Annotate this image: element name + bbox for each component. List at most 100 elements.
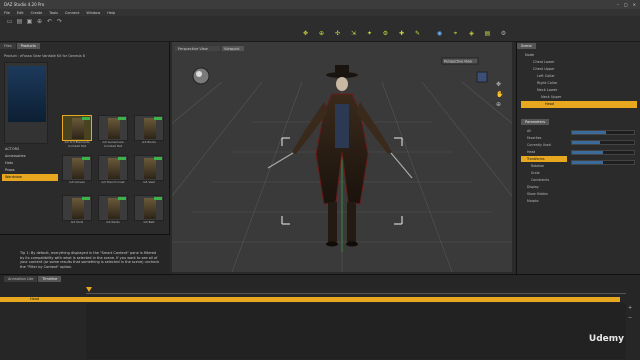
daz-studio-window: DAZ Studio 4.20 Pro – □ × File Edit Crea…: [0, 0, 640, 360]
menu-edit[interactable]: Edit: [17, 11, 24, 15]
param-currently-used[interactable]: Currently Used: [521, 142, 567, 148]
list-item[interactable]: G3 Belt: [134, 195, 164, 231]
zoom-icon[interactable]: ⊕: [496, 101, 501, 108]
param-constraints[interactable]: Constraints: [521, 177, 567, 183]
surface-selection-icon[interactable]: ◈: [468, 30, 475, 37]
list-item[interactable]: G3 Pants: [98, 195, 128, 231]
pose-tool-icon[interactable]: ✦: [366, 30, 373, 37]
params-tabs: Parameters: [521, 118, 550, 125]
content-grid: G3 3rd Elements Combat Hat G3 Gunsmoke C…: [62, 115, 168, 235]
view-sphere-highlight: [196, 71, 202, 77]
param-all[interactable]: All: [521, 128, 567, 134]
viewport-canvas: Perspective View Viewport Perspective Vi…: [172, 46, 512, 272]
smart-content-pane: Files Products Product : eFossa Gear Var…: [0, 42, 170, 310]
title-bar: DAZ Studio 4.20 Pro – □ ×: [0, 0, 640, 9]
scene-tabs: Scene: [517, 42, 640, 49]
timeline-track-head[interactable]: Head: [0, 297, 620, 302]
tree-item-chest-lower[interactable]: Chest Lower: [521, 59, 637, 66]
translate-tool-icon[interactable]: ✣: [334, 30, 341, 37]
scale-tool-icon[interactable]: ⇲: [350, 30, 357, 37]
maximize-icon[interactable]: □: [624, 2, 628, 7]
param-rotation[interactable]: Rotation: [521, 163, 567, 169]
category-props[interactable]: Props: [2, 167, 58, 174]
timeline-tabs: Animation Lite Timeline: [0, 275, 640, 282]
open-icon[interactable]: ▤: [16, 18, 23, 25]
tree-item-head[interactable]: Head: [521, 101, 637, 108]
tree-item-node[interactable]: Node: [521, 52, 637, 59]
universal-tool-icon[interactable]: ✥: [302, 30, 309, 37]
geometry-editor-icon[interactable]: ✎: [414, 30, 421, 37]
tree-item-left-collar[interactable]: Left Collar: [521, 73, 637, 80]
param-transforms[interactable]: Transforms: [521, 156, 567, 162]
list-item[interactable]: G3 Gloves: [62, 155, 92, 191]
list-item[interactable]: G3 3rd Elements Combat Hat: [62, 115, 92, 151]
param-display[interactable]: Display: [521, 184, 567, 190]
category-hats[interactable]: Hats: [2, 160, 58, 167]
region-nav-icon[interactable]: ⌖: [452, 30, 459, 37]
timeline-ruler[interactable]: [86, 289, 626, 294]
tab-timeline[interactable]: Timeline: [38, 276, 62, 282]
list-item[interactable]: G3 Vest: [134, 155, 164, 191]
category-accessories[interactable]: Accessories: [2, 153, 58, 160]
param-favorites[interactable]: Favorites: [521, 135, 567, 141]
minimize-icon[interactable]: –: [617, 2, 619, 7]
render-icon[interactable]: ▤: [484, 30, 491, 37]
viewport-tab-2[interactable]: Viewport: [224, 47, 240, 51]
param-head[interactable]: Head: [521, 149, 567, 155]
node-weight-icon[interactable]: ⚙: [382, 30, 389, 37]
scene-parameters-pane: Scene Node Chest Lower Chest Upper Left …: [516, 42, 640, 274]
render-settings-icon[interactable]: ⚙: [500, 30, 507, 37]
camera-label: Perspective View: [444, 60, 472, 64]
menu-window[interactable]: Window: [86, 11, 100, 15]
playhead-icon[interactable]: [86, 287, 92, 292]
keyframe-remove-icon[interactable]: −: [628, 315, 632, 321]
category-wardrobe[interactable]: Wardrobe: [2, 174, 58, 181]
tab-animation-lite[interactable]: Animation Lite: [4, 276, 38, 282]
character-figure[interactable]: [267, 65, 413, 247]
list-item[interactable]: G3 Shirt: [62, 195, 92, 231]
param-morphs[interactable]: Morphs: [521, 198, 567, 204]
close-icon[interactable]: ×: [633, 2, 636, 7]
list-item[interactable]: G3 Trench Coat: [98, 155, 128, 191]
redo-icon[interactable]: ↷: [56, 18, 63, 25]
tree-item-right-collar[interactable]: Right Collar: [521, 80, 637, 87]
slider-side-side[interactable]: [571, 150, 635, 155]
tree-item-neck-upper[interactable]: Neck Upper: [521, 94, 637, 101]
tree-item-neck-lower[interactable]: Neck Lower: [521, 87, 637, 94]
keyframe-add-icon[interactable]: +: [628, 305, 632, 311]
rotate-tool-icon[interactable]: ⊕: [318, 30, 325, 37]
save-icon[interactable]: ▣: [26, 18, 33, 25]
tip-text: Tip 1: By default, everything displayed …: [20, 251, 160, 269]
viewport[interactable]: Perspective View Viewport Perspective Vi…: [172, 42, 512, 272]
menu-file[interactable]: File: [4, 11, 10, 15]
tab-files[interactable]: Files: [0, 43, 16, 49]
viewport-tab[interactable]: Perspective View: [178, 47, 208, 51]
tab-scene[interactable]: Scene: [517, 43, 536, 49]
view-cube-icon[interactable]: [476, 71, 488, 83]
param-scale[interactable]: Scale: [521, 170, 567, 176]
joint-editor-icon[interactable]: ✚: [398, 30, 405, 37]
tab-products[interactable]: Products: [16, 43, 40, 49]
slider-fill: [572, 131, 607, 134]
new-scene-icon[interactable]: ▭: [6, 18, 13, 25]
menu-tools[interactable]: Tools: [49, 11, 58, 15]
menu-create[interactable]: Create: [31, 11, 43, 15]
tree-item-chest-upper[interactable]: Chest Upper: [521, 66, 637, 73]
slider-x-translate[interactable]: [571, 160, 635, 165]
tab-parameters[interactable]: Parameters: [521, 119, 550, 125]
param-show-hidden[interactable]: Show Hidden: [521, 191, 567, 197]
orbit-icon[interactable]: ✥: [496, 81, 501, 88]
timeline-area[interactable]: [86, 303, 626, 359]
slider-twist[interactable]: [571, 140, 635, 145]
app-title: DAZ Studio 4.20 Pro: [4, 2, 45, 7]
merge-icon[interactable]: ⊕: [36, 18, 43, 25]
menu-connect[interactable]: Connect: [65, 11, 79, 15]
slider-bend[interactable]: [571, 130, 635, 135]
category-actors[interactable]: ACTORS: [2, 146, 58, 153]
spot-render-icon[interactable]: ◉: [436, 30, 443, 37]
pan-icon[interactable]: ✋: [496, 90, 503, 98]
list-item[interactable]: G3 Boots: [134, 115, 164, 151]
menu-help[interactable]: Help: [107, 11, 115, 15]
undo-icon[interactable]: ↶: [46, 18, 53, 25]
list-item[interactable]: G3 Gunsmoke Combat Hat: [98, 115, 128, 151]
